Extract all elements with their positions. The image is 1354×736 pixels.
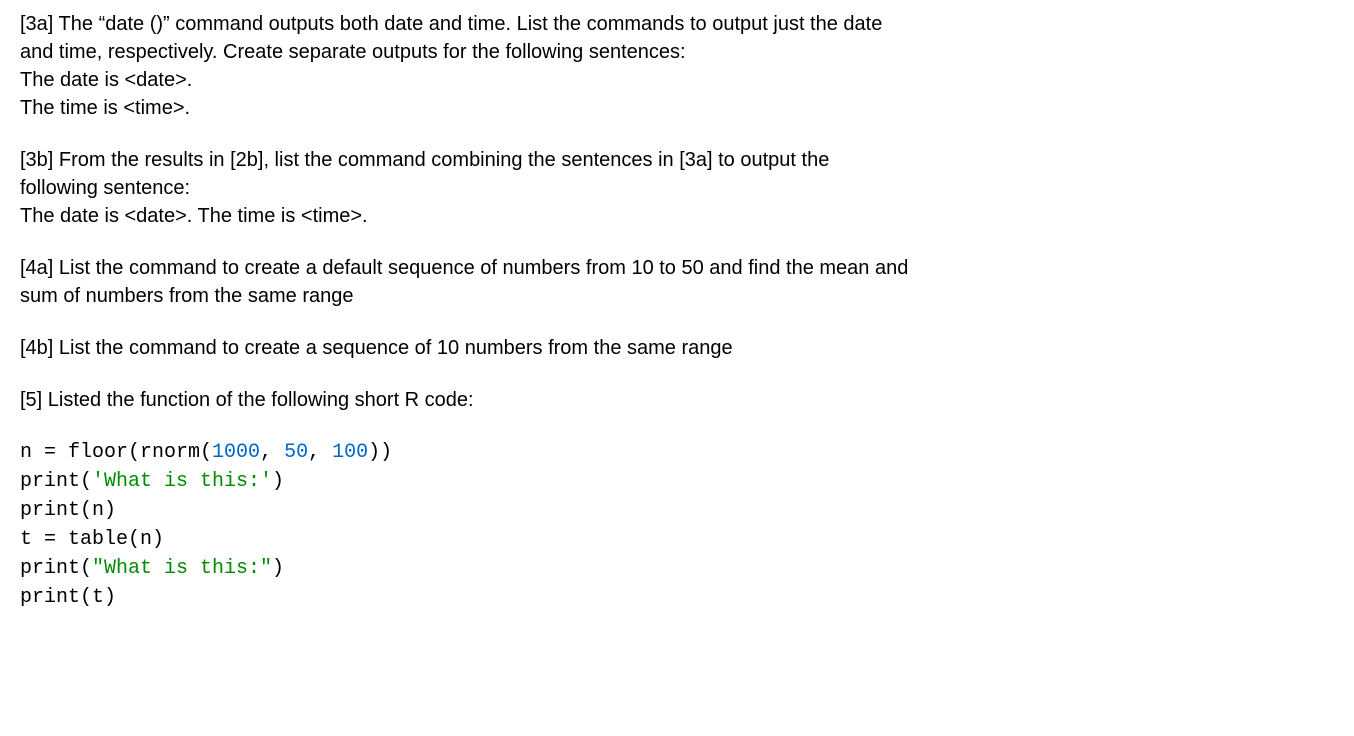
question-5: [5] Listed the function of the following… (20, 386, 1334, 414)
q3a-line1: [3a] The “date ()” command outputs both … (20, 13, 882, 35)
q3b-line2: following sentence: (20, 177, 190, 199)
q4a-line2: sum of numbers from the same range (20, 285, 353, 307)
r-code-block: n = floor(rnorm(1000, 50, 100)) print('W… (20, 438, 1334, 612)
question-3b: [3b] From the results in [2b], list the … (20, 146, 1334, 230)
code-line-3: print(n) (20, 499, 116, 522)
code-line-5: print("What is this:") (20, 557, 284, 580)
code-line-2: print('What is this:') (20, 470, 284, 493)
code-line-6: print(t) (20, 586, 116, 609)
question-4b: [4b] List the command to create a sequen… (20, 334, 1334, 362)
question-3a: [3a] The “date ()” command outputs both … (20, 10, 1334, 122)
q4a-line1: [4a] List the command to create a defaul… (20, 257, 908, 279)
q4b-line1: [4b] List the command to create a sequen… (20, 337, 733, 359)
q3a-line3: The date is <date>. (20, 69, 192, 91)
q3b-line1: [3b] From the results in [2b], list the … (20, 149, 829, 171)
q3b-line3: The date is <date>. The time is <time>. (20, 205, 368, 227)
q3a-line2: and time, respectively. Create separate … (20, 41, 686, 63)
question-4a: [4a] List the command to create a defaul… (20, 254, 1334, 310)
q3a-line4: The time is <time>. (20, 97, 190, 119)
code-line-4: t = table(n) (20, 528, 164, 551)
q5-line1: [5] Listed the function of the following… (20, 389, 474, 411)
code-line-1: n = floor(rnorm(1000, 50, 100)) (20, 441, 392, 464)
